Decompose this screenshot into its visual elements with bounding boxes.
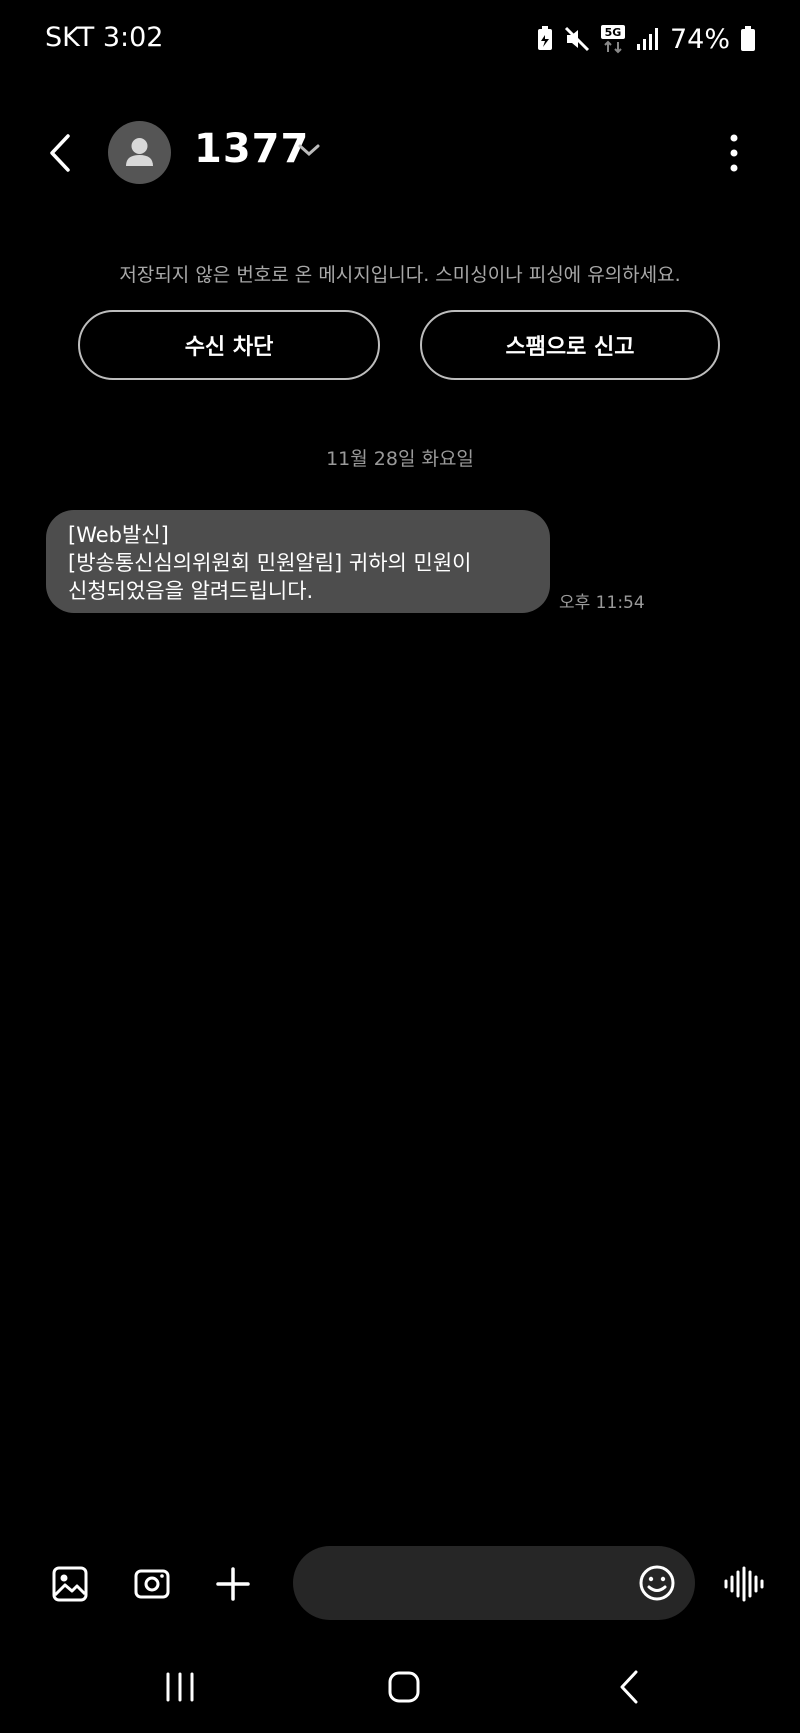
gallery-icon	[52, 1566, 88, 1602]
emoji-icon	[639, 1565, 675, 1601]
message-input[interactable]	[321, 1546, 621, 1620]
home-button[interactable]	[384, 1667, 424, 1707]
status-bar: SKT 3:02 5G 74%	[0, 0, 800, 80]
signal-icon	[636, 27, 660, 51]
unknown-sender-warning: 저장되지 않은 번호로 온 메시지입니다. 스미싱이나 피싱에 유의하세요.	[119, 264, 681, 286]
back-icon	[620, 1670, 638, 1704]
camera-button[interactable]	[128, 1562, 176, 1606]
message-input-field[interactable]	[293, 1546, 695, 1620]
message-bubble[interactable]: [Web발신] [방송통신심의위원회 민원알림] 귀하의 민원이 신청되었음을 …	[46, 510, 550, 613]
report-spam-button[interactable]: 스팸으로 신고	[420, 310, 720, 380]
block-number-button[interactable]: 수신 차단	[78, 310, 380, 380]
system-nav-bar	[0, 1652, 800, 1722]
message-line: [Web발신]	[68, 523, 169, 547]
carrier-time: SKT 3:02	[45, 22, 164, 53]
chevron-down-icon[interactable]	[296, 140, 322, 160]
network-5g-icon: 5G	[600, 24, 626, 54]
back-arrow-icon	[50, 134, 70, 172]
voice-icon	[724, 1566, 764, 1602]
home-icon	[388, 1671, 420, 1703]
message-line: [방송통신심의위원회 민원알림] 귀하의 민원이	[68, 551, 472, 575]
recent-apps-button[interactable]	[160, 1670, 200, 1704]
emoji-button[interactable]	[637, 1563, 677, 1603]
battery-percent: 74%	[669, 23, 730, 55]
voice-record-button[interactable]	[720, 1562, 768, 1606]
plus-icon	[216, 1567, 250, 1601]
message-time: 오후 11:54	[559, 593, 645, 613]
conversation-header: 1377	[0, 110, 800, 194]
battery-saver-icon	[536, 26, 554, 52]
more-vert-icon	[730, 134, 738, 172]
date-separator: 11월 28일 화요일	[326, 448, 474, 470]
status-icons: 5G 74%	[536, 22, 756, 56]
camera-icon	[134, 1569, 170, 1599]
contact-name[interactable]: 1377	[194, 126, 309, 172]
composer-bar	[0, 1540, 800, 1628]
avatar-icon	[126, 138, 153, 166]
mute-icon	[564, 26, 590, 52]
back-button[interactable]	[40, 128, 84, 178]
gallery-button[interactable]	[46, 1562, 94, 1606]
more-options-button[interactable]	[720, 130, 748, 176]
recent-apps-icon	[166, 1672, 194, 1702]
message-line: 신청되었음을 알려드립니다.	[68, 579, 314, 603]
avatar[interactable]	[108, 121, 171, 184]
battery-icon	[740, 26, 756, 52]
svg-text:5G: 5G	[605, 26, 622, 39]
nav-back-button[interactable]	[614, 1668, 644, 1706]
attach-button[interactable]	[210, 1562, 256, 1606]
